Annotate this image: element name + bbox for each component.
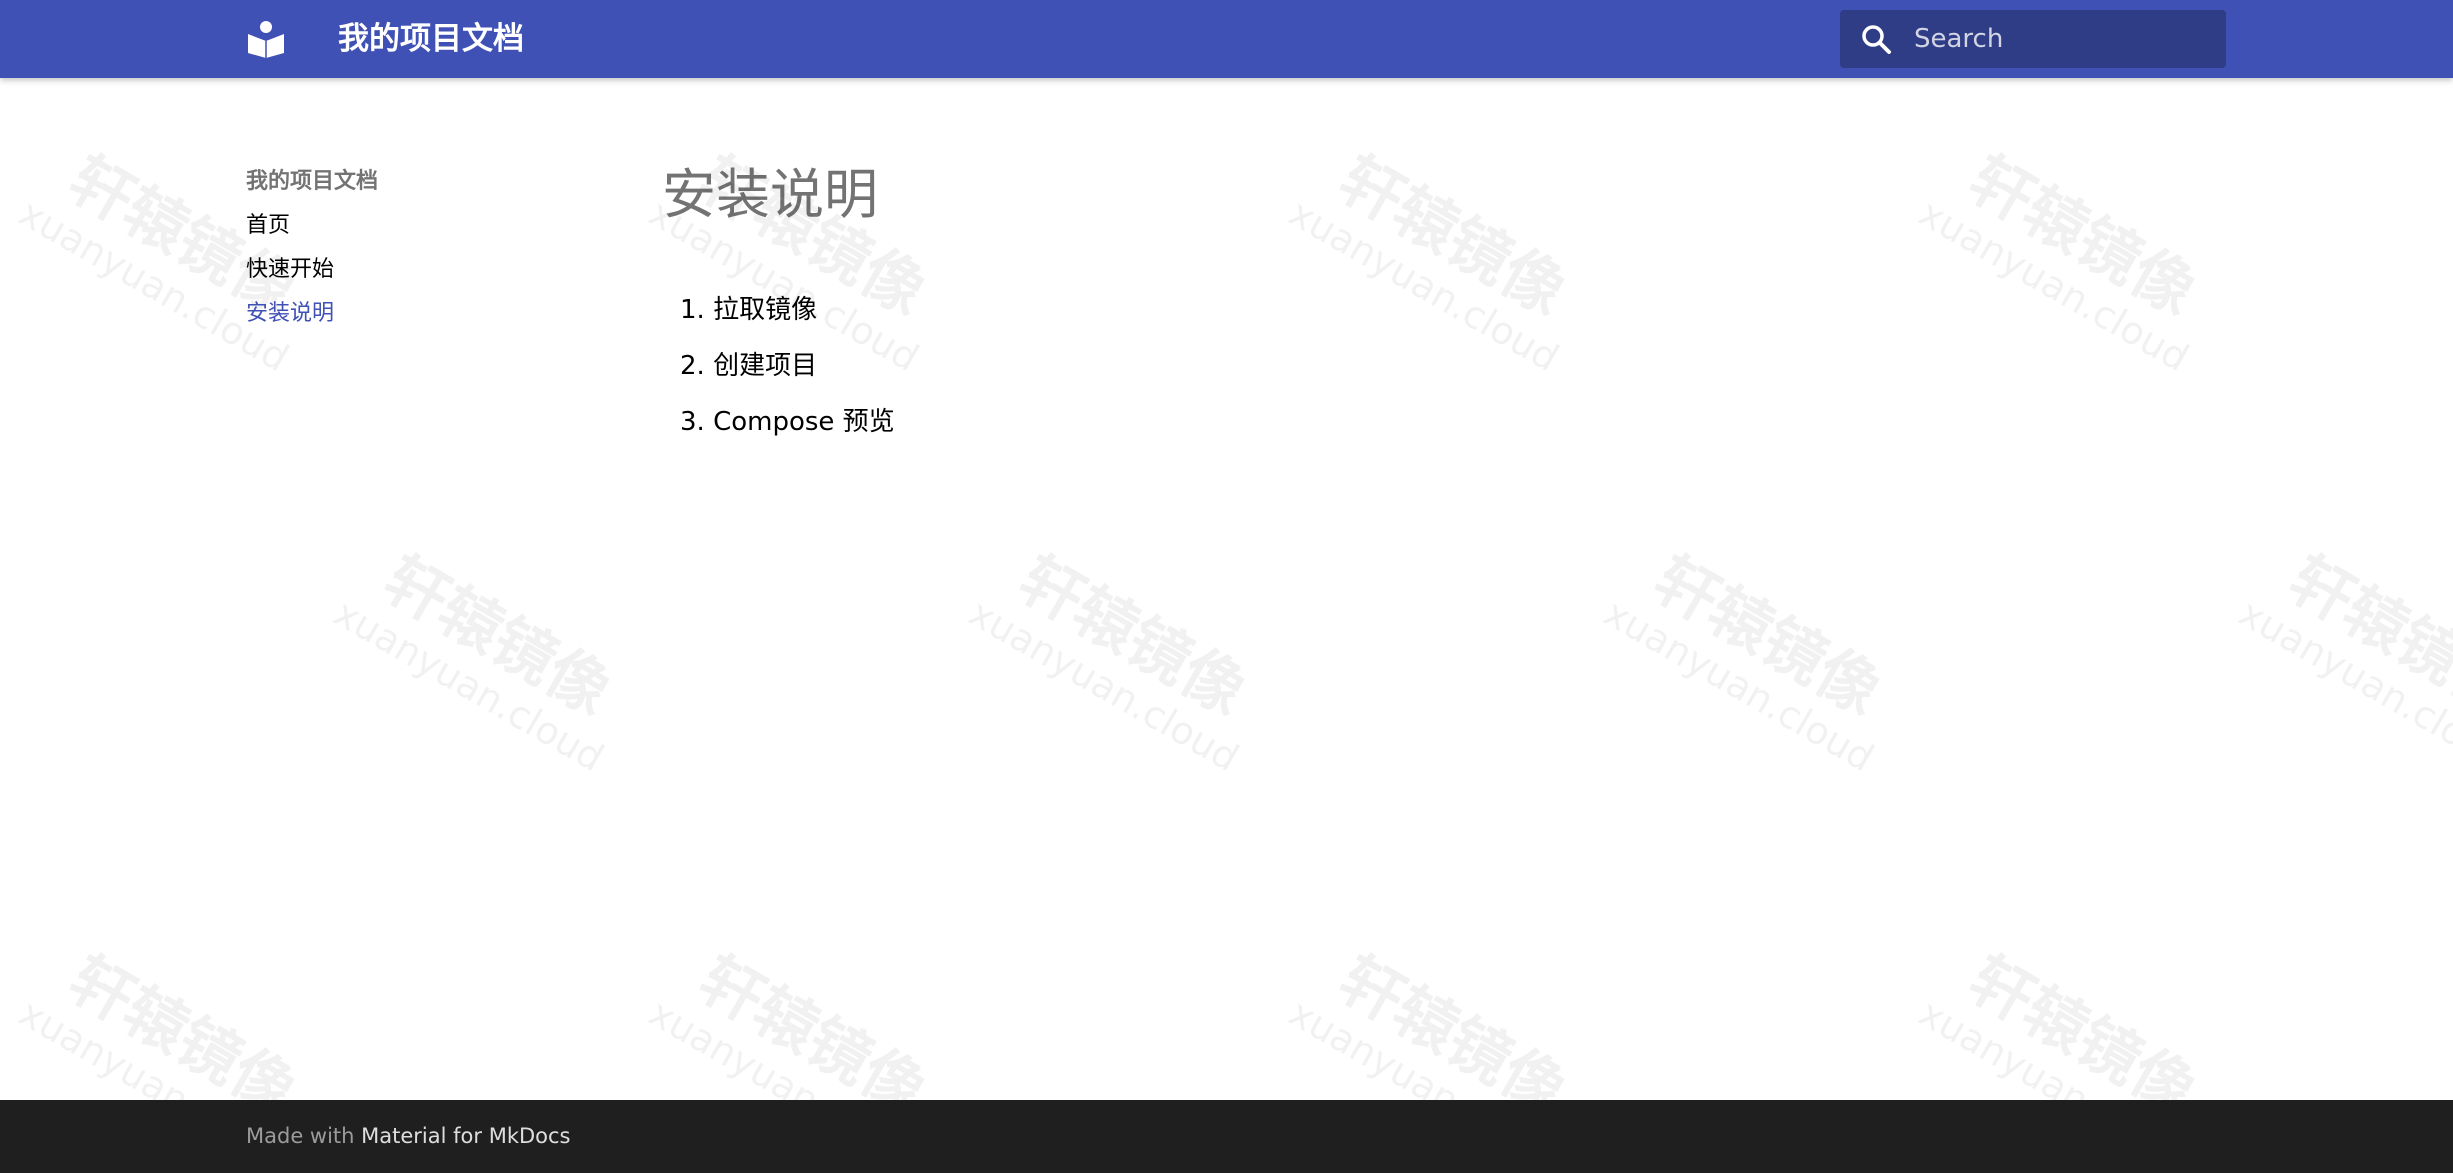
list-item-text: 创建项目: [713, 351, 818, 381]
watermark: 轩辕镜像 xuanyuan.cloud: [1596, 541, 1894, 781]
sidebar-title: 我的项目文档: [246, 169, 379, 194]
watermark: 轩辕镜像 xuanyuan.cloud: [961, 541, 1259, 781]
header-bar: 我的项目文档: [0, 0, 2453, 78]
page-title: 安装说明: [662, 163, 878, 226]
list-item-number: 3.: [680, 407, 705, 437]
list-item-number: 1.: [680, 295, 705, 325]
book-reader-icon[interactable]: [246, 20, 286, 58]
list-item-text: Compose 预览: [713, 407, 895, 437]
sidebar-item-installation[interactable]: 安装说明: [246, 296, 626, 332]
watermark: 轩辕镜像 xuanyuan.cloud: [326, 541, 624, 781]
search-input[interactable]: [1912, 10, 2212, 68]
footer-credit: Made with Material for MkDocs: [246, 1122, 570, 1150]
footer-link-material[interactable]: Material for MkDocs: [361, 1124, 570, 1148]
watermark: 轩辕镜像 xuanyuan.cloud: [1911, 941, 2209, 1100]
site-title[interactable]: 我的项目文档: [338, 18, 524, 60]
footer: Made with Material for MkDocs: [0, 1100, 2453, 1173]
sidebar-item-home[interactable]: 首页: [246, 208, 626, 244]
search-icon: [1860, 23, 1892, 55]
list-item: 3. Compose 预览: [680, 404, 895, 440]
list-item: 1. 拉取镜像: [680, 292, 895, 328]
list-item-number: 2.: [680, 351, 705, 381]
main-content: 安装说明 1. 拉取镜像 2. 创建项目 3. Compose 预览: [662, 156, 2222, 437]
watermark: 轩辕镜像 xuanyuan.cloud: [1281, 941, 1579, 1100]
sidebar-nav: 我的项目文档 首页 快速开始 安装说明: [246, 164, 626, 340]
search-box[interactable]: [1840, 10, 2226, 68]
list-item: 2. 创建项目: [680, 348, 895, 384]
watermark: 轩辕镜像 xuanyuan.cloud: [2231, 541, 2453, 781]
watermark: 轩辕镜像 xuanyuan.cloud: [641, 941, 939, 1100]
watermark: 轩辕镜像 xuanyuan.cloud: [11, 941, 309, 1100]
steps-list: 1. 拉取镜像 2. 创建项目 3. Compose 预览: [680, 292, 895, 460]
sidebar-item-quick-start[interactable]: 快速开始: [246, 252, 626, 288]
footer-prefix: Made with: [246, 1124, 355, 1148]
list-item-text: 拉取镜像: [713, 295, 818, 325]
